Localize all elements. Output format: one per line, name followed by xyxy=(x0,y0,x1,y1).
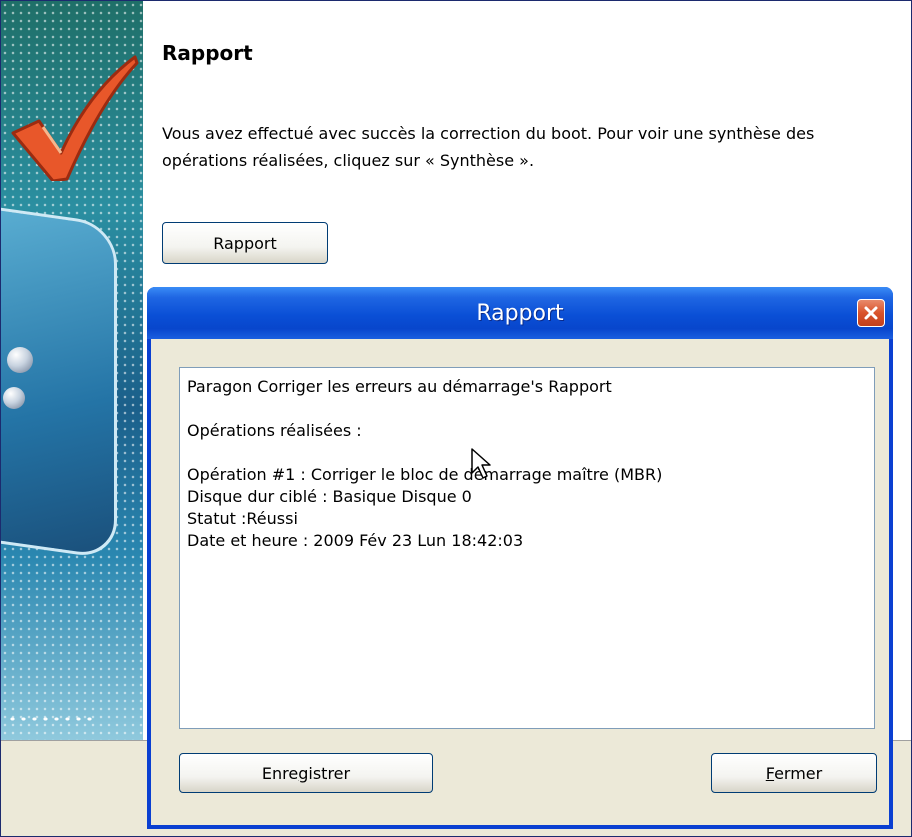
dialog-body: Paragon Corriger les erreurs au démarrag… xyxy=(151,339,889,825)
checkmark-icon xyxy=(11,55,139,181)
report-target-disk-line: Disque dur ciblé : Basique Disque 0 xyxy=(187,487,472,506)
page-title: Rapport xyxy=(162,41,253,65)
save-label-post: istrer xyxy=(308,763,351,783)
report-textarea[interactable]: Paragon Corriger les erreurs au démarrag… xyxy=(179,367,875,729)
report-status-line: Statut :Réussi xyxy=(187,509,298,528)
close-dialog-label: Fermer xyxy=(765,763,823,783)
dialog-close-button[interactable] xyxy=(857,299,885,327)
dialog-titlebar[interactable]: Rapport xyxy=(147,287,893,339)
banner-panel-graphic xyxy=(1,197,117,561)
report-operations-heading: Opérations réalisées : xyxy=(187,421,362,440)
page-description: Vous avez effectué avec succès la correc… xyxy=(162,124,815,170)
report-operation-line: Opération #1 : Corriger le bloc de démar… xyxy=(187,465,663,484)
report-datetime-line: Date et heure : 2009 Fév 23 Lun 18:42:03 xyxy=(187,531,524,550)
save-button[interactable]: Enre g istrer xyxy=(179,753,433,793)
banner-sphere xyxy=(3,387,25,409)
dialog-title: Rapport xyxy=(476,300,564,326)
banner-sphere xyxy=(7,347,33,373)
save-label-accel: g xyxy=(298,763,309,783)
close-dialog-button[interactable]: Fermer xyxy=(711,753,877,793)
wizard-banner xyxy=(1,1,143,740)
wizard-window: Rapport Vous avez effectué avec succès l… xyxy=(0,0,912,837)
report-button[interactable]: Rapport xyxy=(162,222,328,264)
banner-dot-row xyxy=(7,715,95,723)
close-icon xyxy=(864,306,878,320)
report-dialog: Rapport Paragon Corriger les erreurs au … xyxy=(147,287,893,829)
report-header-line: Paragon Corriger les erreurs au démarrag… xyxy=(187,377,612,396)
save-label-pre: Enre xyxy=(261,763,299,783)
mouse-pointer-icon xyxy=(471,448,491,479)
